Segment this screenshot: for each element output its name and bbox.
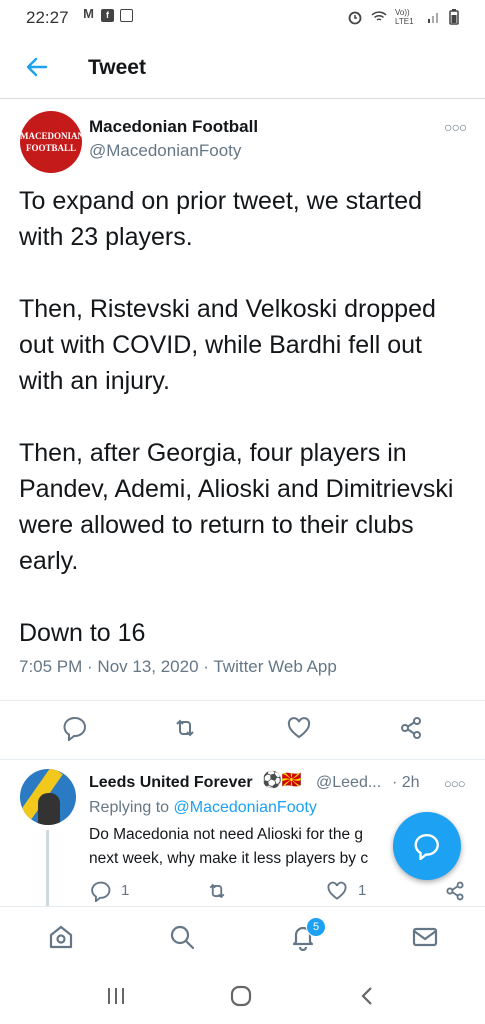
home-icon[interactable] bbox=[47, 923, 75, 951]
alarm-icon bbox=[348, 11, 362, 25]
page-title: Tweet bbox=[88, 56, 146, 79]
back-button-icon[interactable] bbox=[356, 984, 380, 1008]
avatar-logo-bottom: FOOTBALL bbox=[25, 143, 76, 153]
bottom-nav: 5 bbox=[0, 906, 485, 967]
reply-author-handle[interactable]: @Leed... bbox=[316, 774, 381, 792]
reply-reply-icon[interactable] bbox=[90, 880, 112, 902]
status-time: 22:27 bbox=[26, 8, 69, 27]
search-icon[interactable] bbox=[168, 923, 196, 951]
tweet-meta: 7:05 PM · Nov 13, 2020 · Twitter Web App bbox=[19, 657, 337, 676]
avatar[interactable]: MACEDONIAN FOOTBALL bbox=[20, 111, 82, 173]
reply-text-line-1: Do Macedonia not need Alioski for the g bbox=[89, 826, 364, 843]
reply-like-icon[interactable] bbox=[326, 880, 348, 902]
avatar-figure bbox=[38, 793, 60, 825]
share-icon[interactable] bbox=[398, 715, 424, 741]
compose-reply-button[interactable] bbox=[393, 812, 461, 880]
back-arrow-icon[interactable] bbox=[24, 54, 50, 80]
signal-icon bbox=[428, 13, 438, 23]
app-notification-icon bbox=[120, 9, 133, 22]
notifications-badge: 5 bbox=[306, 917, 326, 937]
system-nav-bar bbox=[0, 966, 485, 1024]
facebook-icon: f bbox=[101, 9, 114, 22]
network-label: Vo)) LTE1 bbox=[395, 8, 414, 26]
gmail-icon: M bbox=[83, 6, 94, 21]
more-options-icon[interactable]: ○○○ bbox=[444, 119, 467, 135]
home-button-icon[interactable] bbox=[229, 984, 253, 1008]
reply-retweet-icon[interactable] bbox=[206, 880, 228, 902]
reply-more-options-icon[interactable]: ○○○ bbox=[444, 776, 466, 791]
author-name[interactable]: Macedonian Football bbox=[89, 117, 258, 137]
app-bar: Tweet bbox=[0, 36, 485, 99]
replying-prefix: Replying to bbox=[89, 799, 174, 816]
avatar-logo-top: MACEDONIAN bbox=[20, 131, 82, 141]
reply-text-line-2: next week, why make it less players by c bbox=[89, 850, 369, 867]
reply-reply-count: 1 bbox=[121, 882, 130, 899]
status-right: Vo)) LTE1 bbox=[347, 8, 459, 26]
replying-to: Replying to @MacedonianFooty bbox=[89, 799, 317, 817]
reply-like-count: 1 bbox=[358, 882, 367, 899]
recent-apps-icon[interactable] bbox=[104, 984, 128, 1008]
notification-icons: M f bbox=[82, 6, 133, 22]
tweet-actions bbox=[0, 700, 485, 760]
tweet-text: To expand on prior tweet, we started wit… bbox=[19, 187, 454, 647]
reply-author-name[interactable]: Leeds United Forever bbox=[89, 774, 253, 792]
wifi-icon bbox=[371, 11, 387, 21]
author-handle[interactable]: @MacedonianFooty bbox=[89, 141, 241, 161]
reply-avatar[interactable] bbox=[20, 769, 76, 825]
reply-text: Do Macedonia not need Alioski for the g … bbox=[89, 823, 429, 871]
reply-icon[interactable] bbox=[62, 715, 88, 741]
reply-time: · 2h bbox=[392, 774, 420, 791]
replying-to-link[interactable]: @MacedonianFooty bbox=[174, 799, 317, 816]
battery-icon bbox=[449, 9, 459, 25]
reply-author-emoji: ⚽🇲🇰 bbox=[262, 772, 302, 789]
thread-line bbox=[46, 830, 49, 906]
messages-icon[interactable] bbox=[411, 923, 439, 951]
retweet-icon[interactable] bbox=[172, 715, 198, 741]
chat-bubble-icon bbox=[414, 834, 439, 860]
reply-share-icon[interactable] bbox=[444, 880, 466, 902]
status-bar: 22:27 M f Vo)) LTE1 bbox=[0, 0, 485, 36]
like-icon[interactable] bbox=[286, 715, 312, 741]
